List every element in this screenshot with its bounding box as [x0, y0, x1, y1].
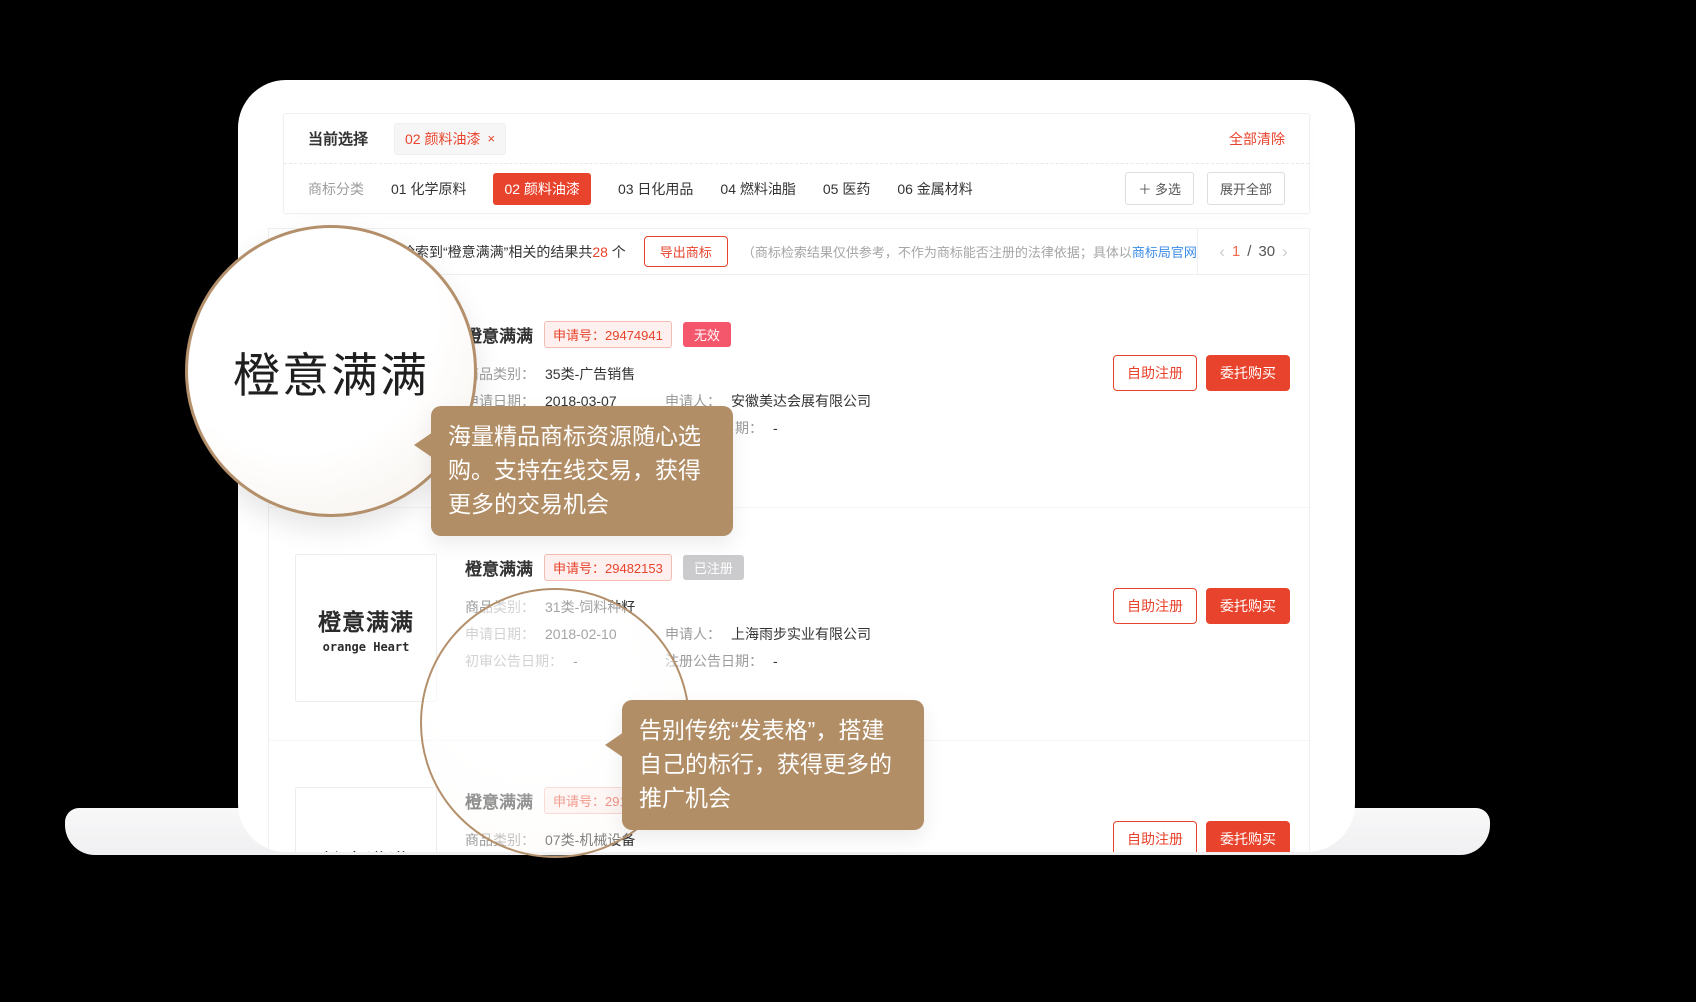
category-row: 商标分类 01 化学原料 02 颜料油漆 03 日化用品 04 燃料油脂 05 … [284, 164, 1309, 213]
chevron-left-icon[interactable]: ‹ [1219, 242, 1225, 262]
row-actions: 自助注册 委托购买 [1113, 588, 1289, 702]
category-actions: ＋ 多选 展开全部 [1125, 172, 1285, 205]
current-selection-row: 当前选择 02 颜料油漆 × 全部清除 [284, 114, 1309, 164]
pagination: ‹ 1 / 30 › [1197, 229, 1309, 274]
category-item-01[interactable]: 01 化学原料 [391, 179, 466, 199]
category-item-03[interactable]: 03 日化用品 [618, 179, 693, 199]
row-actions: 自助注册 委托购买 [1113, 821, 1289, 852]
results-count-suffix: 个 [608, 244, 626, 260]
current-selection-label: 当前选择 [308, 128, 368, 149]
close-icon[interactable]: × [487, 131, 495, 146]
disclaimer-prefix: （商标检索结果仅供参考，不作为商标能否注册的法律依据；具体以 [742, 245, 1132, 260]
category-item-05[interactable]: 05 医药 [823, 179, 870, 199]
entrust-purchase-button[interactable]: 委托购买 [1206, 355, 1290, 391]
expand-all-button[interactable]: 展开全部 [1207, 172, 1285, 205]
trademark-name[interactable]: 橙意满满 [465, 555, 533, 580]
category-item-04[interactable]: 04 燃料油脂 [720, 179, 795, 199]
category-field: 商品类别：35类-广告销售 [465, 361, 635, 388]
tooltip-marketplace: 海量精品商标资源随心选购。支持在线交易，获得更多的交易机会 [431, 406, 733, 536]
category-row-label: 商标分类 [308, 179, 364, 199]
application-number-tag: 申请号：29482153 [544, 554, 672, 581]
trademark-image[interactable]: 橙意满满 [295, 787, 437, 852]
trademark-image-subtext: orange Heart [323, 640, 410, 654]
export-trademarks-button[interactable]: 导出商标 [644, 236, 728, 267]
trademark-image[interactable]: 橙意满满 orange Heart [295, 554, 437, 702]
selected-filter-tag[interactable]: 02 颜料油漆 × [394, 123, 506, 155]
tooltip-promotion: 告别传统“发表格”，搭建自己的标行，获得更多的推广机会 [622, 700, 924, 830]
clear-all-button[interactable]: 全部清除 [1229, 129, 1285, 149]
self-register-button[interactable]: 自助注册 [1113, 588, 1197, 624]
applicant-field: 申请人：上海雨步实业有限公司 [665, 621, 871, 648]
results-count: 28 [592, 244, 608, 260]
entrust-purchase-button[interactable]: 委托购买 [1206, 588, 1290, 624]
pagination-total: 30 [1258, 243, 1275, 260]
category-item-02-active[interactable]: 02 颜料油漆 [493, 173, 590, 205]
multi-select-button[interactable]: ＋ 多选 [1125, 172, 1194, 205]
self-register-button[interactable]: 自助注册 [1113, 821, 1197, 852]
trademark-image-text: 橙意满满 [318, 603, 414, 637]
chevron-right-icon[interactable]: › [1282, 242, 1288, 262]
trademark-name[interactable]: 橙意满满 [465, 322, 533, 347]
reg-publication-field: 注册公告日期：- [665, 648, 778, 675]
status-badge: 已注册 [683, 555, 744, 580]
results-disclaimer: （商标检索结果仅供参考，不作为商标能否注册的法律依据；具体以商标局官网查询为准。… [742, 242, 1197, 261]
application-number-tag: 申请号：29474941 [544, 321, 672, 348]
magnified-trademark-text: 橙意满满 [233, 337, 429, 406]
selected-filter-tag-text: 02 颜料油漆 [405, 129, 480, 149]
page-stage: 当前选择 02 颜料油漆 × 全部清除 商标分类 01 化学原料 02 颜料油漆… [0, 0, 1696, 1002]
status-badge: 无效 [683, 322, 731, 347]
category-item-06[interactable]: 06 金属材料 [897, 179, 972, 199]
trademark-office-link[interactable]: 商标局官网 [1132, 245, 1197, 260]
entrust-purchase-button[interactable]: 委托购买 [1206, 821, 1290, 852]
row-actions: 自助注册 委托购买 [1113, 355, 1289, 469]
filter-panel: 当前选择 02 颜料油漆 × 全部清除 商标分类 01 化学原料 02 颜料油漆… [283, 113, 1310, 214]
pagination-current: 1 [1232, 243, 1240, 260]
pagination-separator: / [1247, 243, 1251, 260]
trademark-image-text: 橙意满满 [322, 846, 410, 852]
self-register-button[interactable]: 自助注册 [1113, 355, 1197, 391]
